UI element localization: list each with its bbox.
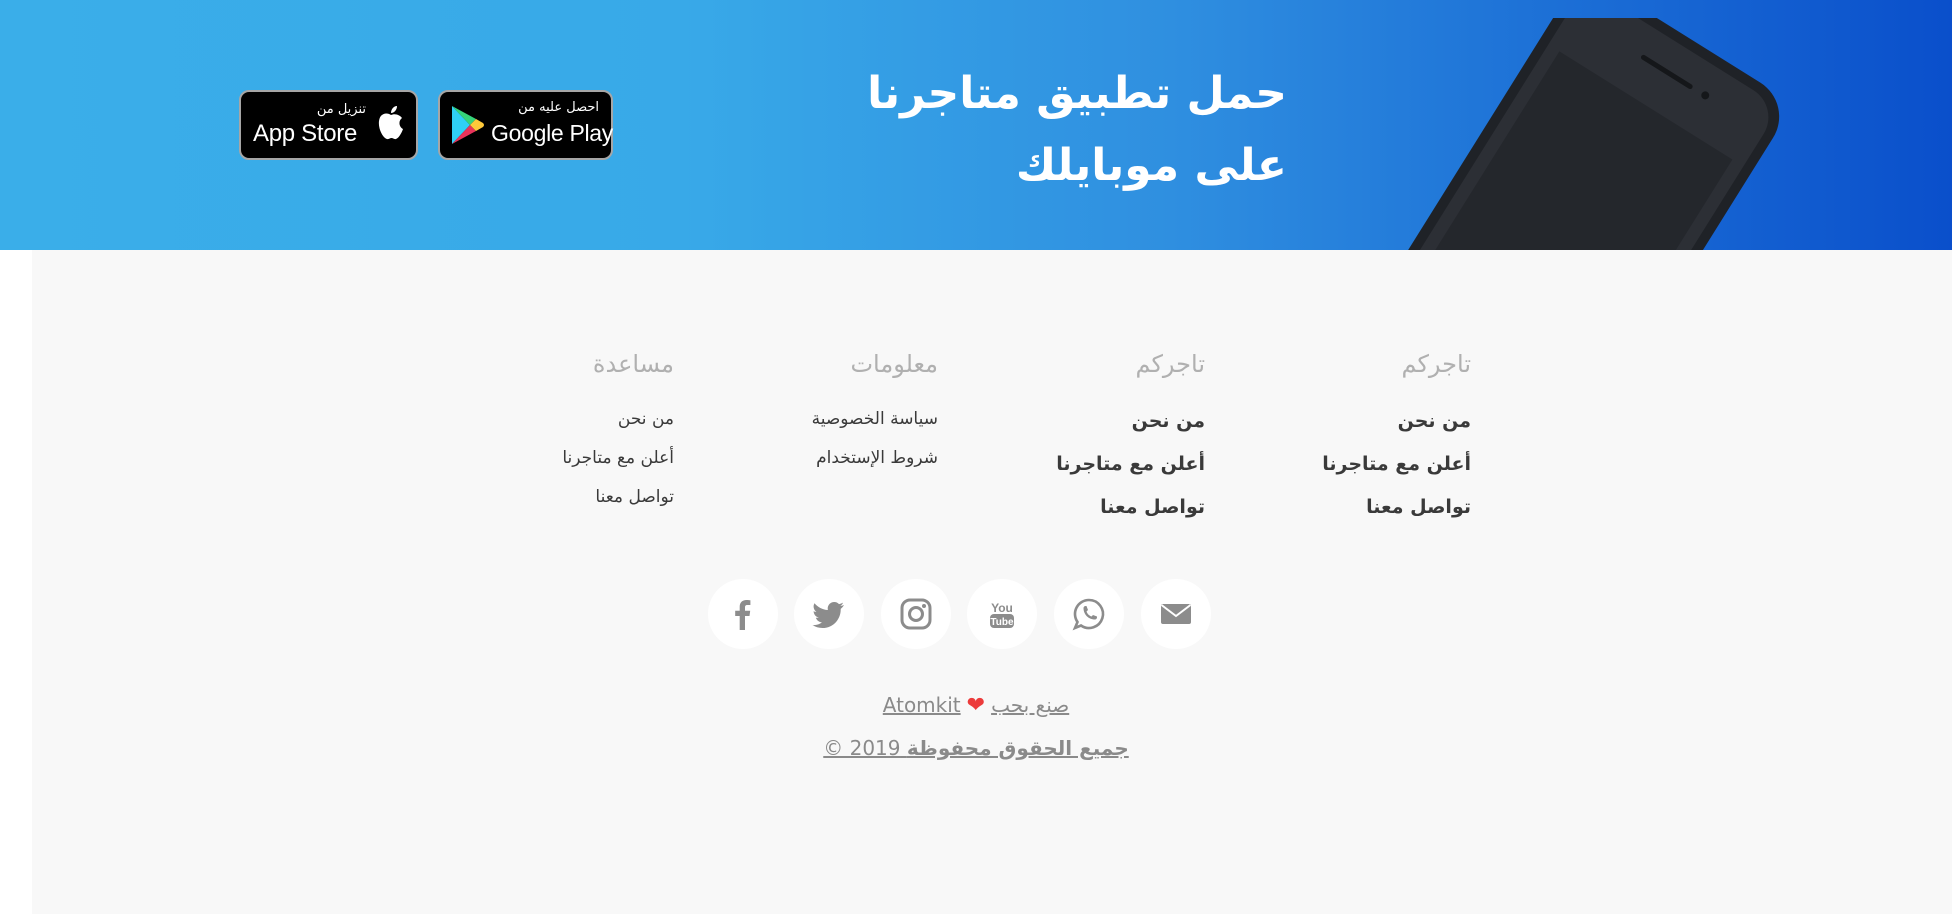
made-with-love-link[interactable]: صنع بحب — [991, 693, 1069, 717]
made-with-love-credit: Atomkit ❤ صنع بحب — [32, 693, 1920, 718]
app-store-big-label: App Store — [253, 120, 358, 147]
copyright-text: جميع الحقوق محفوظة — [906, 736, 1129, 760]
social-facebook-button[interactable] — [708, 579, 778, 649]
social-whatsapp-button[interactable] — [1054, 579, 1124, 649]
email-icon — [1160, 604, 1192, 624]
twitter-icon — [812, 602, 844, 628]
headline-line-2: على موبايلك — [1015, 140, 1287, 191]
svg-text:You: You — [991, 601, 1013, 615]
whatsapp-icon — [1072, 598, 1105, 631]
footer-column-title: تاجركم — [1401, 350, 1471, 378]
instagram-icon — [900, 598, 932, 630]
footer-link-about[interactable]: من نحن — [1322, 400, 1471, 443]
apple-icon — [378, 106, 403, 140]
facebook-icon — [735, 600, 751, 630]
copyright-link[interactable]: © 2019 جميع الحقوق محفوظة — [823, 736, 1129, 760]
footer-link-about[interactable]: من نحن — [1056, 400, 1205, 443]
footer-link-terms[interactable]: شروط الإستخدام — [812, 439, 938, 478]
footer-link-advertise[interactable]: أعلن مع متاجرنا — [1322, 443, 1471, 486]
footer-link-about[interactable]: من نحن — [562, 400, 674, 439]
footer-column-2: تاجركم من نحن أعلن مع متاجرنا تواصل معنا — [1056, 350, 1205, 529]
google-play-button[interactable]: احصل عليه من Google Play — [438, 90, 613, 160]
footer-column-4: مساعدة من نحن أعلن مع متاجرنا تواصل معنا — [562, 350, 674, 517]
footer-column-3: معلومات سياسة الخصوصية شروط الإستخدام — [812, 350, 938, 478]
atomkit-link[interactable]: Atomkit — [883, 693, 961, 717]
footer-link-privacy[interactable]: سياسة الخصوصية — [812, 400, 938, 439]
google-play-small-label: احصل عليه من — [518, 100, 599, 115]
footer-link-contact[interactable]: تواصل معنا — [562, 478, 674, 517]
footer-column-title: تاجركم — [1135, 350, 1205, 378]
social-email-button[interactable] — [1141, 579, 1211, 649]
social-instagram-button[interactable] — [881, 579, 951, 649]
social-twitter-button[interactable] — [794, 579, 864, 649]
copyright-year: © 2019 — [823, 736, 901, 760]
footer-link-advertise[interactable]: أعلن مع متاجرنا — [1056, 443, 1205, 486]
copyright-notice: © 2019 جميع الحقوق محفوظة — [32, 736, 1920, 760]
banner-headline: حمل تطبيق متاجرنا على موبايلك — [867, 58, 1287, 202]
svg-text:Tube: Tube — [990, 617, 1014, 628]
phone-image — [1395, 18, 1780, 250]
app-store-small-label: تنزيل من — [316, 102, 366, 117]
heart-icon: ❤ — [966, 693, 986, 718]
footer-column-1: تاجركم من نحن أعلن مع متاجرنا تواصل معنا — [1322, 350, 1471, 529]
footer-link-contact[interactable]: تواصل معنا — [1056, 486, 1205, 529]
google-play-big-label: Google Play — [491, 120, 613, 146]
footer-column-title: معلومات — [850, 350, 938, 378]
youtube-icon: You Tube — [990, 601, 1014, 628]
footer-link-contact[interactable]: تواصل معنا — [1322, 486, 1471, 529]
site-footer: تاجركم من نحن أعلن مع متاجرنا تواصل معنا… — [32, 250, 1952, 914]
google-play-icon — [452, 106, 484, 144]
headline-line-1: حمل تطبيق متاجرنا — [867, 68, 1287, 119]
social-youtube-button[interactable]: You Tube — [967, 579, 1037, 649]
footer-column-title: مساعدة — [592, 350, 674, 378]
app-download-banner: حمل تطبيق متاجرنا على موبايلك احصل عليه … — [0, 0, 1952, 250]
footer-link-advertise[interactable]: أعلن مع متاجرنا — [562, 439, 674, 478]
app-store-button[interactable]: تنزيل من App Store — [239, 90, 418, 160]
